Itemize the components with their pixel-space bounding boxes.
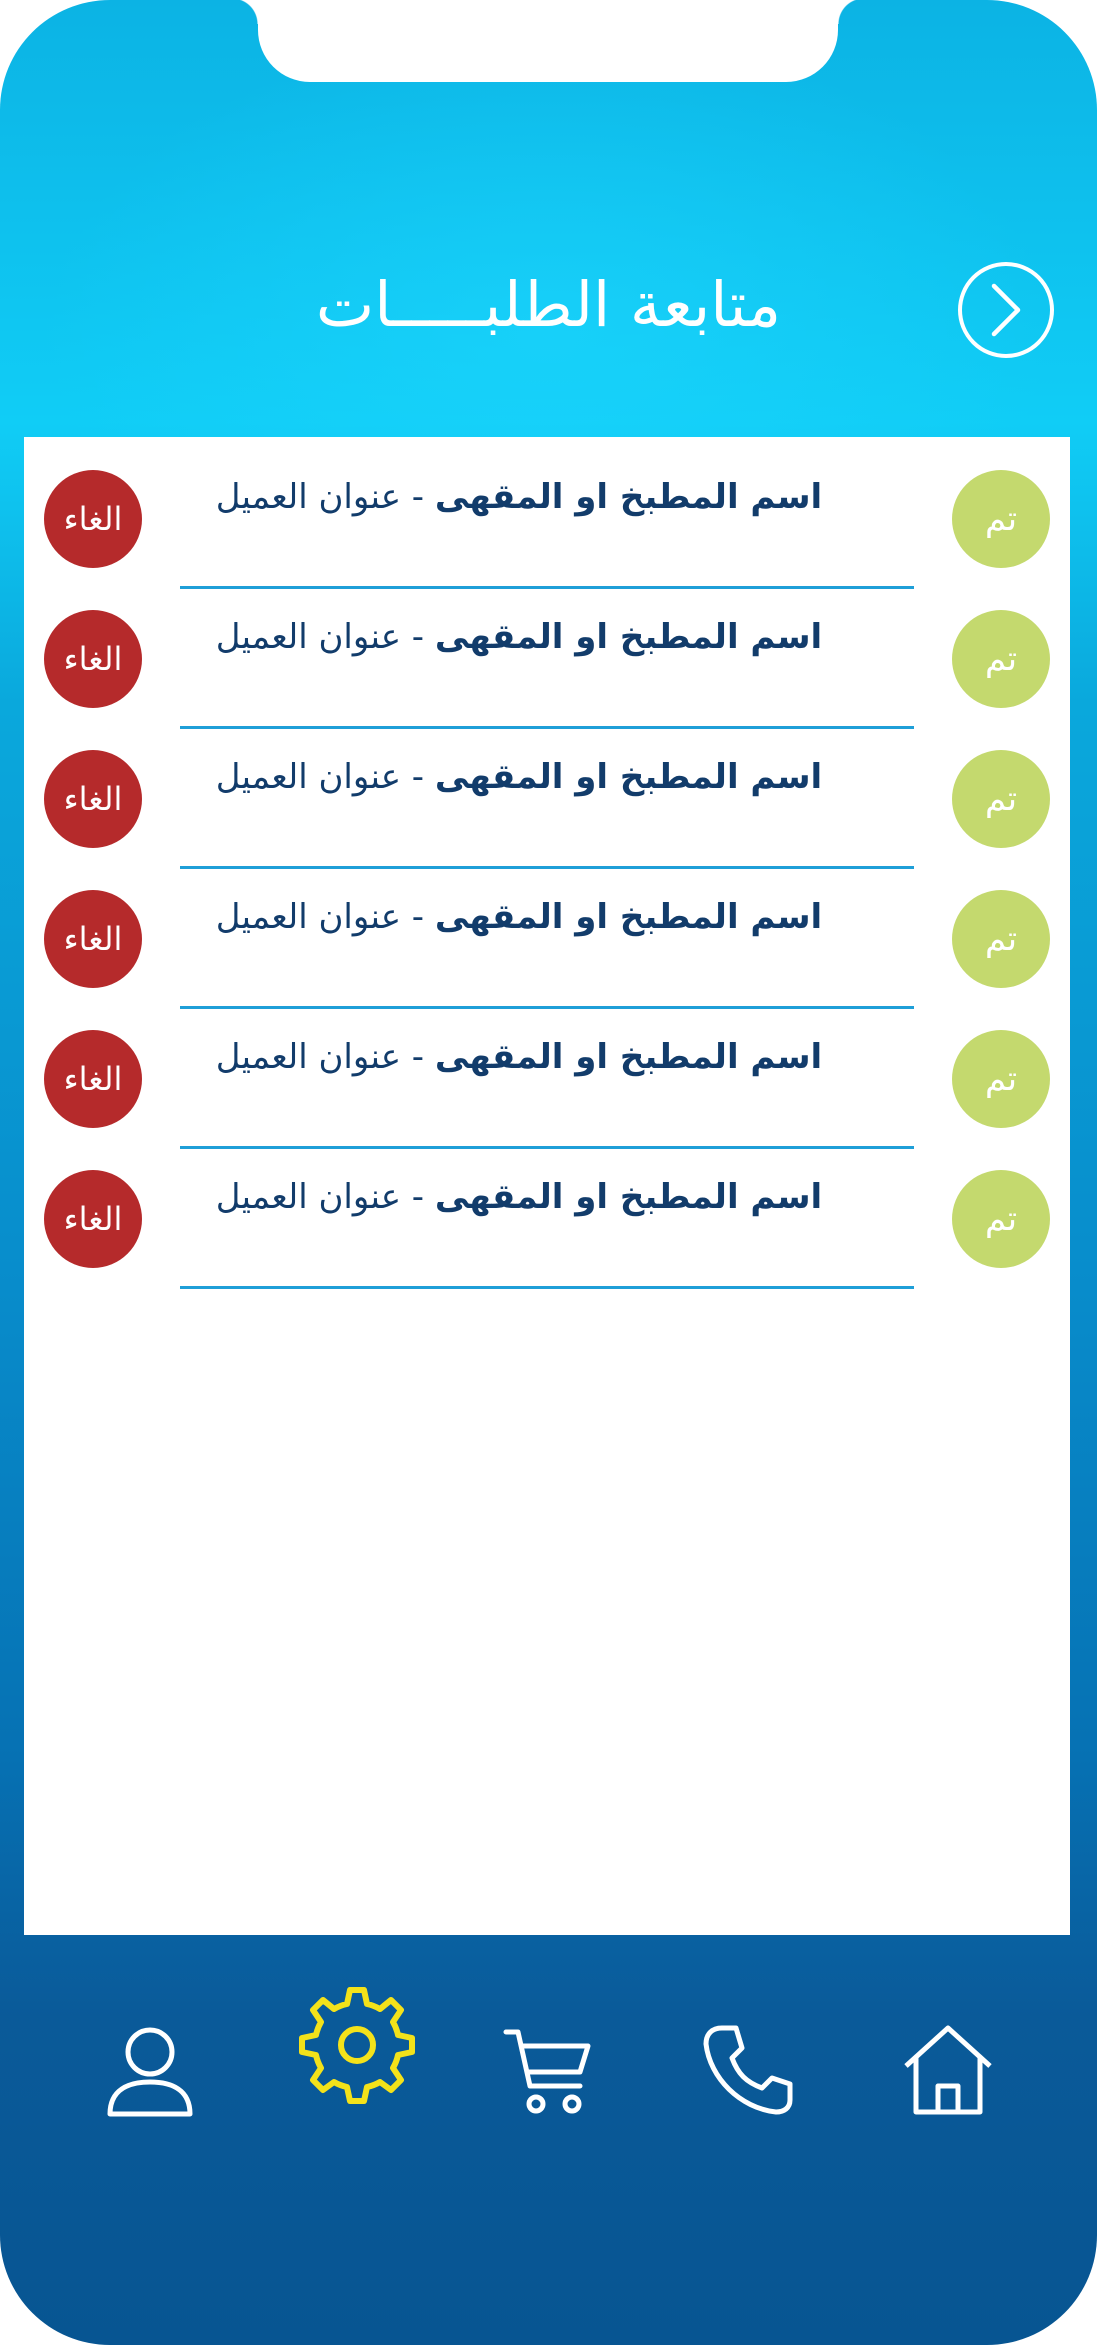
client-address: عنوان العميل [215,617,401,657]
cancel-label: الغاء [63,1060,123,1098]
order-row: تم اسم المطبخ او المقهى - عنوان العميل ا… [24,997,1070,1149]
done-button[interactable]: تم [952,610,1050,708]
order-row: تم اسم المطبخ او المقهى - عنوان العميل ا… [24,1137,1070,1289]
client-address: عنوان العميل [215,1037,401,1077]
profile-button[interactable] [98,2020,202,2124]
cancel-button[interactable]: الغاء [44,890,142,988]
done-label: تم [984,499,1018,539]
back-button[interactable] [958,262,1054,358]
order-row: تم اسم المطبخ او المقهى - عنوان العميل ا… [24,437,1070,589]
done-button[interactable]: تم [952,1170,1050,1268]
page-title: متابعة الطلبـــــات [315,268,782,341]
profile-icon [107,2027,193,2117]
orders-panel: تم اسم المطبخ او المقهى - عنوان العميل ا… [24,437,1070,1935]
order-text: اسم المطبخ او المقهى - عنوان العميل [144,1177,894,1217]
settings-button[interactable] [290,1980,424,2114]
client-address: عنوان العميل [215,757,401,797]
cancel-label: الغاء [63,780,123,818]
home-button[interactable] [898,2018,998,2122]
separator: - [401,1177,435,1217]
done-label: تم [984,639,1018,679]
cancel-button[interactable]: الغاء [44,610,142,708]
cancel-label: الغاء [63,1200,123,1238]
cancel-button[interactable]: الغاء [44,1030,142,1128]
cancel-label: الغاء [63,920,123,958]
call-button[interactable] [698,2018,798,2122]
cart-button[interactable] [500,2020,596,2124]
done-button[interactable]: تم [952,750,1050,848]
separator: - [401,757,435,797]
kitchen-name: اسم المطبخ او المقهى [434,1037,823,1077]
order-row: تم اسم المطبخ او المقهى - عنوان العميل ا… [24,717,1070,869]
client-address: عنوان العميل [215,897,401,937]
done-button[interactable]: تم [952,890,1050,988]
order-text: اسم المطبخ او المقهى - عنوان العميل [144,477,894,517]
kitchen-name: اسم المطبخ او المقهى [434,1177,823,1217]
chevron-right-icon [991,283,1021,337]
order-text: اسم المطبخ او المقهى - عنوان العميل [144,757,894,797]
order-text: اسم المطبخ او المقهى - عنوان العميل [144,897,894,937]
row-divider [180,1286,914,1289]
order-text: اسم المطبخ او المقهى - عنوان العميل [144,1037,894,1077]
kitchen-name: اسم المطبخ او المقهى [434,477,823,517]
cancel-label: الغاء [63,640,123,678]
home-icon [904,2025,992,2115]
done-label: تم [984,1199,1018,1239]
order-text: اسم المطبخ او المقهى - عنوان العميل [144,617,894,657]
kitchen-name: اسم المطبخ او المقهى [434,617,823,657]
settings-icon [299,1987,415,2104]
done-label: تم [984,919,1018,959]
client-address: عنوان العميل [215,477,401,517]
done-label: تم [984,779,1018,819]
cancel-button[interactable]: الغاء [44,1170,142,1268]
kitchen-name: اسم المطبخ او المقهى [434,897,823,937]
device-notch [232,0,864,82]
separator: - [401,1037,435,1077]
phone-screen: متابعة الطلبـــــات تم اسم المطبخ او الم… [0,0,1097,2345]
separator: - [401,617,435,657]
done-button[interactable]: تم [952,1030,1050,1128]
phone-icon [703,2025,793,2115]
cancel-button[interactable]: الغاء [44,470,142,568]
done-button[interactable]: تم [952,470,1050,568]
done-label: تم [984,1059,1018,1099]
cancel-button[interactable]: الغاء [44,750,142,848]
cancel-label: الغاء [63,500,123,538]
separator: - [401,897,435,937]
separator: - [401,477,435,517]
cart-icon [503,2029,591,2114]
order-row: تم اسم المطبخ او المقهى - عنوان العميل ا… [24,577,1070,729]
order-row: تم اسم المطبخ او المقهى - عنوان العميل ا… [24,857,1070,1009]
kitchen-name: اسم المطبخ او المقهى [434,757,823,797]
client-address: عنوان العميل [215,1177,401,1217]
bottom-navigation [0,1980,1097,2200]
